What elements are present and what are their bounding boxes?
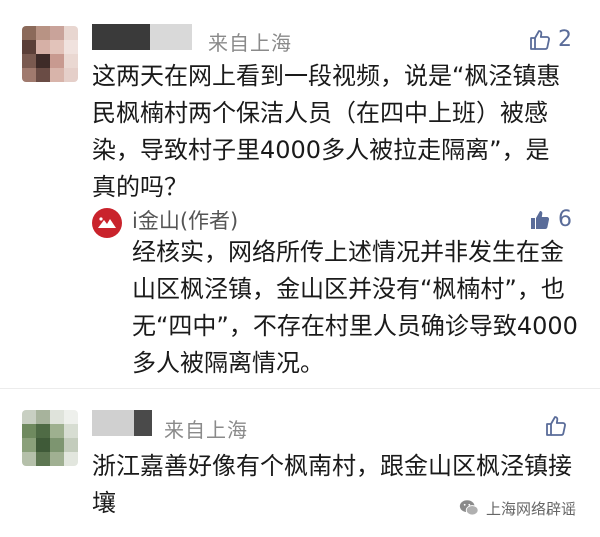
reply-text: 经核实，网络所传上述情况并非发生在金山区枫泾镇，金山区并没有“枫楠村”，也无“四… xyxy=(132,238,578,377)
watermark-label: 上海网络辟谣 xyxy=(486,499,577,518)
username-redacted[interactable] xyxy=(92,24,192,50)
location-label: 来自上海 xyxy=(208,31,292,55)
like-button[interactable] xyxy=(544,414,574,438)
like-count: 6 xyxy=(558,207,572,232)
author-name[interactable]: i金山(作者) xyxy=(132,205,238,235)
like-count: 2 xyxy=(558,27,572,52)
thumb-up-outline-icon xyxy=(530,29,550,50)
divider xyxy=(0,388,600,389)
jinshan-logo-icon xyxy=(98,217,116,228)
avatar[interactable] xyxy=(22,410,78,466)
watermark: 上海网络辟谣 xyxy=(458,497,576,519)
location-label: 来自上海 xyxy=(164,418,248,442)
username-redacted[interactable] xyxy=(92,410,152,436)
comment-text: 这两天在网上看到一段视频，说是“枫泾镇惠民枫楠村两个保洁人员（在四中上班）被感染… xyxy=(92,62,561,201)
like-button-author[interactable]: 6 xyxy=(528,207,572,232)
like-button[interactable]: 2 xyxy=(528,27,572,52)
wechat-icon xyxy=(459,500,479,516)
author-logo[interactable] xyxy=(92,208,122,238)
thumb-up-filled-icon xyxy=(531,210,550,229)
avatar[interactable] xyxy=(22,26,78,82)
thumb-up-outline-icon xyxy=(546,416,566,436)
